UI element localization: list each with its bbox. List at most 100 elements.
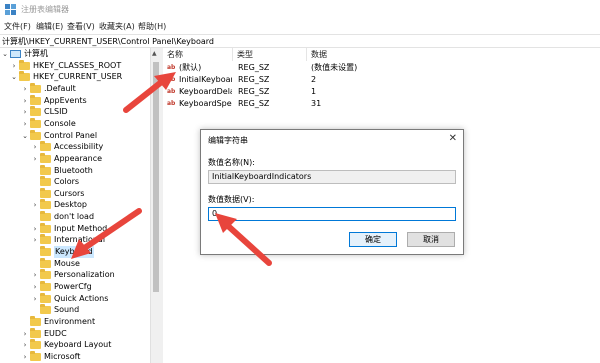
- tree-item[interactable]: › EUDC: [0, 327, 150, 340]
- chevron-right-icon[interactable]: ›: [31, 153, 39, 165]
- value-row[interactable]: ab (默认) REG_SZ (数值未设置): [163, 62, 600, 74]
- tree-item-label: Accessibility: [54, 142, 104, 152]
- close-icon[interactable]: ✕: [449, 133, 457, 144]
- folder-icon: [40, 234, 51, 245]
- tree-item[interactable]: ⌄ Control Panel: [0, 129, 150, 142]
- value-data-label: 数值数据(V):: [208, 195, 255, 204]
- chevron-right-icon[interactable]: ›: [21, 339, 29, 351]
- chevron-right-icon[interactable]: ›: [31, 141, 39, 153]
- chevron-right-icon[interactable]: ›: [31, 223, 39, 235]
- tree-item[interactable]: › Quick Actions: [0, 292, 150, 305]
- column-data[interactable]: 数据: [307, 48, 600, 61]
- column-type[interactable]: 类型: [233, 48, 307, 61]
- chevron-right-icon[interactable]: ›: [31, 281, 39, 293]
- value-row[interactable]: abKeyboardSpeedREG_SZ31: [163, 98, 600, 110]
- chevron-right-icon[interactable]: [31, 304, 39, 316]
- value-row[interactable]: abKeyboardDelayREG_SZ1: [163, 86, 600, 98]
- folder-icon: [40, 257, 51, 268]
- tree-item[interactable]: Cursors: [0, 187, 150, 200]
- menu-edit[interactable]: 编辑(E): [36, 21, 63, 32]
- tree-item[interactable]: › Accessibility: [0, 141, 150, 153]
- folder-icon: [30, 82, 41, 93]
- chevron-right-icon[interactable]: ›: [21, 118, 29, 130]
- column-name[interactable]: 名称: [163, 48, 233, 61]
- cancel-button[interactable]: 取消: [407, 232, 455, 247]
- tree-item[interactable]: Environment: [0, 315, 150, 328]
- title-bar: 注册表编辑器: [0, 0, 600, 19]
- chevron-right-icon[interactable]: [31, 165, 39, 177]
- chevron-right-icon[interactable]: [31, 176, 39, 188]
- value-row[interactable]: abInitialKeyboardIndicatorsREG_SZ2: [163, 74, 600, 86]
- address-path[interactable]: 计算机\HKEY_CURRENT_USER\Control Panel\Keyb…: [2, 36, 214, 47]
- chevron-right-icon[interactable]: ›: [21, 106, 29, 118]
- tree-item-label: Keyboard Layout: [44, 340, 112, 350]
- regedit-icon: [5, 4, 16, 15]
- folder-icon: [30, 106, 41, 117]
- tree-item[interactable]: ⌄ 计算机: [0, 48, 150, 60]
- chevron-right-icon[interactable]: ›: [21, 83, 29, 95]
- tree-item[interactable]: › Personalization: [0, 269, 150, 281]
- folder-icon: [40, 292, 51, 303]
- chevron-down-icon[interactable]: ⌄: [10, 71, 18, 83]
- folder-icon: [30, 350, 41, 361]
- chevron-right-icon[interactable]: ›: [31, 199, 39, 211]
- address-bar[interactable]: 计算机\HKEY_CURRENT_USER\Control Panel\Keyb…: [0, 34, 600, 48]
- tree-item-label: Colors: [54, 177, 80, 187]
- chevron-right-icon[interactable]: ›: [21, 351, 29, 363]
- value-name-label: 数值名称(N):: [208, 158, 255, 167]
- menu-view[interactable]: 查看(V): [67, 21, 95, 32]
- chevron-down-icon[interactable]: ⌄: [21, 130, 29, 142]
- folder-icon: [19, 71, 30, 82]
- value-type: REG_SZ: [238, 63, 270, 72]
- tree-item-label: HKEY_CLASSES_ROOT: [33, 60, 122, 70]
- value-name: InitialKeyboardIndicators: [179, 75, 232, 84]
- tree-item[interactable]: Sound: [0, 304, 150, 316]
- menu-favorites[interactable]: 收藏夹(A): [99, 21, 135, 32]
- value-type: REG_SZ: [238, 99, 270, 108]
- tree-item[interactable]: › PowerCfg: [0, 281, 150, 293]
- folder-icon: [30, 315, 41, 326]
- computer-icon: [10, 50, 21, 58]
- chevron-right-icon[interactable]: ›: [31, 234, 39, 246]
- chevron-right-icon[interactable]: [31, 258, 39, 270]
- folder-icon: [40, 176, 51, 187]
- chevron-down-icon[interactable]: ⌄: [1, 48, 9, 60]
- folder-icon: [40, 281, 51, 291]
- chevron-right-icon[interactable]: [21, 316, 29, 328]
- tree-item-label: Sound: [54, 305, 80, 315]
- chevron-right-icon[interactable]: ›: [10, 60, 18, 72]
- tree-item[interactable]: Colors: [0, 176, 150, 188]
- folder-icon: [30, 94, 41, 105]
- chevron-right-icon[interactable]: [31, 246, 39, 258]
- value-type: REG_SZ: [238, 75, 270, 84]
- chevron-right-icon[interactable]: ›: [31, 269, 39, 281]
- folder-icon: [40, 164, 51, 175]
- value-name: (默认): [179, 63, 202, 72]
- chevron-right-icon[interactable]: ›: [31, 293, 39, 305]
- tree-item[interactable]: › Keyboard Layout: [0, 339, 150, 351]
- tree-item-label: AppEvents: [44, 95, 87, 105]
- scroll-up-icon[interactable]: ▲: [152, 50, 157, 57]
- value-data: (数值未设置): [311, 63, 358, 72]
- tree-item[interactable]: › Appearance: [0, 152, 150, 165]
- folder-icon: [30, 117, 41, 128]
- tree-item[interactable]: › Console: [0, 117, 150, 130]
- chevron-right-icon[interactable]: [31, 188, 39, 200]
- tree-item-label: .Default: [44, 83, 76, 93]
- folder-icon: [40, 152, 51, 163]
- folder-icon: [40, 211, 51, 222]
- menu-help[interactable]: 帮助(H): [138, 21, 166, 32]
- tree-item[interactable]: › Microsoft: [0, 350, 150, 363]
- chevron-right-icon[interactable]: [31, 211, 39, 223]
- value-data: 2: [311, 75, 317, 84]
- tree-item-label: Control Panel: [44, 130, 98, 140]
- tree-item[interactable]: Bluetooth: [0, 164, 150, 177]
- value-data: 31: [311, 99, 322, 108]
- menu-file[interactable]: 文件(F): [4, 21, 31, 32]
- tree-item-label: Cursors: [54, 188, 85, 198]
- chevron-right-icon[interactable]: ›: [21, 328, 29, 340]
- chevron-right-icon[interactable]: ›: [21, 95, 29, 107]
- ok-button[interactable]: 确定: [349, 232, 397, 247]
- tree-item-label: Appearance: [54, 153, 103, 163]
- tree-item-label: Bluetooth: [54, 165, 93, 175]
